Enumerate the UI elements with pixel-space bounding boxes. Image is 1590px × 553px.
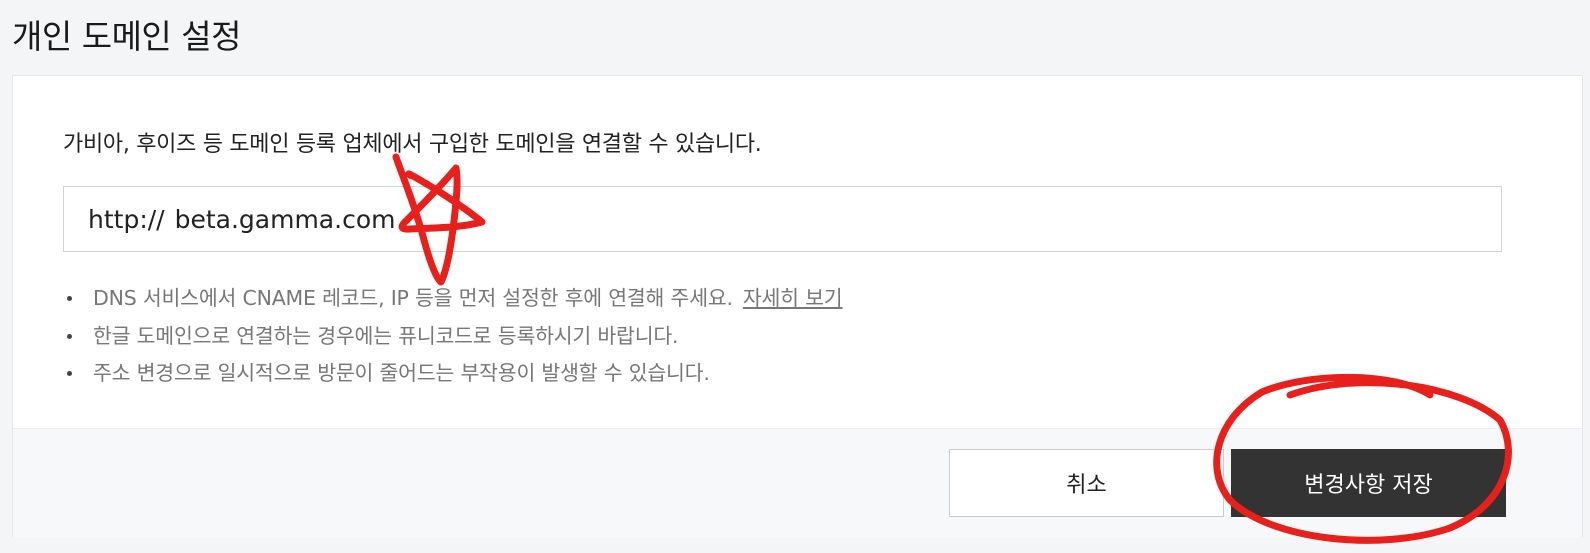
notes-list: DNS 서비스에서 CNAME 레코드, IP 등을 먼저 설정한 후에 연결해… — [63, 283, 843, 396]
domain-prefix: http:// — [88, 204, 165, 234]
bullet-icon — [67, 371, 72, 376]
description-text: 가비아, 후이즈 등 도메인 등록 업체에서 구입한 도메인을 연결할 수 있습… — [63, 132, 762, 157]
note-item: 한글 도메인으로 연결하는 경우에는 퓨니코드로 등록하시기 바랍니다. — [63, 321, 842, 359]
note-item: 주소 변경으로 일시적으로 방문이 줄어드는 부작용이 발생할 수 있습니다. — [63, 358, 842, 396]
domain-input[interactable] — [164, 189, 1365, 249]
bullet-icon — [67, 296, 72, 301]
save-changes-button[interactable]: 변경사항 저장 — [1231, 449, 1506, 517]
bullet-icon — [67, 333, 72, 339]
note-text: 한글 도메인으로 연결하는 경우에는 퓨니코드로 등록하시기 바랍니다. — [93, 323, 679, 348]
card-footer: 취소 변경사항 저장 — [13, 428, 1582, 537]
domain-settings-card: 가비아, 후이즈 등 도메인 등록 업체에서 구입한 도메인을 연결할 수 있습… — [12, 75, 1583, 537]
card-body: 가비아, 후이즈 등 도메인 등록 업체에서 구입한 도메인을 연결할 수 있습… — [13, 76, 1582, 428]
note-item: DNS 서비스에서 CNAME 레코드, IP 등을 먼저 설정한 후에 연결해… — [63, 283, 843, 321]
page-title: 개인 도메인 설정 — [12, 17, 242, 56]
note-text: DNS 서비스에서 CNAME 레코드, IP 등을 먼저 설정한 후에 연결해… — [93, 286, 733, 310]
note-text: 주소 변경으로 일시적으로 방문이 줄어드는 부작용이 발생할 수 있습니다. — [93, 361, 710, 385]
cancel-button[interactable]: 취소 — [949, 449, 1224, 517]
domain-field[interactable]: http:// — [63, 186, 1502, 252]
learn-more-link[interactable]: 자세히 보기 — [743, 286, 843, 310]
